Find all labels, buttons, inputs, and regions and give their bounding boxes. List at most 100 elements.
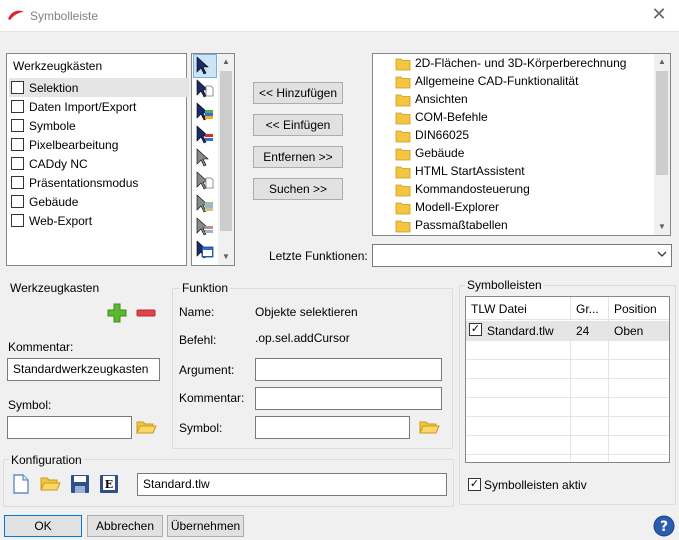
toolbox-symbol-field[interactable] [7,416,132,439]
cancel-button[interactable]: Abbrechen [87,515,163,537]
toolbox-item[interactable]: Web-Export [9,211,189,230]
insert-button[interactable]: << Einfügen [253,114,343,136]
folder-icon [395,111,411,128]
toolbox-item[interactable]: Pixelbearbeitung [9,135,189,154]
select-cursor-icon[interactable] [193,54,217,78]
toolbox-item[interactable]: Präsentationsmodus [9,173,189,192]
toolbox-checkbox[interactable] [11,100,24,113]
ok-button[interactable]: OK [4,515,82,537]
category-label: 2D-Flächen- und 3D-Körperberechnung [415,56,627,70]
open-folder-icon[interactable] [39,473,61,495]
column-header-position[interactable]: Position [609,297,669,320]
toolbox-comment-label: Kommentar: [8,340,74,354]
toolbox-item[interactable]: Daten Import/Export [9,97,189,116]
category-scrollbar[interactable]: ▲ ▼ [654,54,670,235]
remove-icon[interactable] [135,302,157,324]
toolbox-symbol-label: Symbol: [8,398,52,412]
apply-button[interactable]: Übernehmen [167,515,244,537]
scroll-up-icon[interactable]: ▲ [218,54,234,70]
toolbox-item-label: Präsentationsmodus [29,176,139,190]
toolbox-checkbox[interactable] [11,138,24,151]
add-button[interactable]: << Hinzufügen [253,82,343,104]
gray-cursor-icon[interactable] [194,147,216,169]
toolbox-checkbox[interactable] [11,157,24,170]
toolbox-item-label: Selektion [29,81,79,95]
gray-layers-icon[interactable] [194,193,216,215]
folder-icon [395,147,411,164]
save-as-icon[interactable]: E [98,473,120,495]
gray-stack-icon[interactable] [194,216,216,238]
folder-open-icon[interactable] [418,417,440,439]
category-label: DIN66025 [415,128,470,142]
scroll-thumb[interactable] [656,71,668,175]
toolbox-item-label: Web-Export [29,214,93,228]
function-group-title: Funktion [180,281,231,295]
category-label: Kommandosteuerung [415,182,530,196]
select-stack-icon[interactable] [194,124,216,146]
scroll-up-icon[interactable]: ▲ [654,54,670,70]
toolbox-item[interactable]: Symbole [9,116,189,135]
folder-icon [395,129,411,146]
toolbox-checkbox[interactable] [11,176,24,189]
function-symbol-field[interactable] [255,416,410,439]
toolbox-group-title: Werkzeugkasten [10,281,100,295]
close-icon[interactable]: ✕ [649,4,669,24]
toolbars-active-checkbox[interactable]: ✓ [468,478,481,491]
function-name-value: Objekte selektieren [255,305,358,319]
folder-icon [395,201,411,218]
help-icon[interactable]: ? [653,515,675,537]
folder-icon [395,183,411,200]
scroll-down-icon[interactable]: ▼ [654,219,670,235]
recent-functions-dropdown[interactable] [372,244,672,267]
select-document-icon[interactable] [194,78,216,100]
toolbox-checkbox[interactable] [11,214,24,227]
toolbox-item-label: Symbole [29,119,76,133]
scroll-down-icon[interactable]: ▼ [218,249,234,265]
column-header-file[interactable]: TLW Datei [466,297,571,320]
toolbox-item-label: CADdy NC [29,157,88,171]
window-title: Symbolleiste [30,9,99,23]
new-file-icon[interactable] [11,473,33,495]
gray-document-icon[interactable] [194,170,216,192]
toolbars-active-label: Symbolleisten aktiv [484,478,587,492]
category-list: 2D-Flächen- und 3D-Körperberechnung Allge… [372,53,671,236]
category-label: Gebäude [415,146,465,160]
title-bar: Symbolleiste ✕ [0,0,679,32]
toolbox-item[interactable]: CADdy NC [9,154,189,173]
folder-icon [395,93,411,110]
table-row[interactable]: ✓ Standard.tlw 24 Oben [466,321,669,340]
toolbox-checkbox[interactable] [11,119,24,132]
add-icon[interactable] [106,302,128,324]
row-file: Standard.tlw [487,324,554,338]
app-logo-icon [7,9,25,24]
column-header-size[interactable]: Gr... [571,297,609,320]
toolbox-checkbox[interactable] [11,81,24,94]
category-label: Allgemeine CAD-Funktionalität [415,74,579,88]
category-label: COM-Befehle [415,110,488,124]
toolbox-list: Werkzeugkästen Selektion Daten Import/Exp… [6,53,189,266]
svg-text:E: E [105,478,113,491]
function-comment-field[interactable] [255,387,442,410]
function-symbol-label: Symbol: [179,421,223,435]
remove-button[interactable]: Entfernen >> [253,146,343,168]
row-position: Oben [614,324,644,338]
tool-icon-strip: ▲ ▼ [191,53,235,266]
row-checkbox[interactable]: ✓ [469,323,482,336]
config-file-field[interactable]: Standard.tlw [137,473,447,496]
scroll-thumb[interactable] [220,71,232,231]
toolbox-checkbox[interactable] [11,195,24,208]
toolbox-comment-field[interactable]: Standardwerkzeugkasten [7,358,160,381]
toolbox-item[interactable]: Selektion [9,78,189,97]
row-size: 24 [576,324,590,338]
select-window-icon[interactable] [194,239,216,261]
folder-open-icon[interactable] [135,417,157,439]
function-argument-field[interactable] [255,358,442,381]
search-button[interactable]: Suchen >> [253,178,343,200]
select-layers-icon[interactable] [194,101,216,123]
toolbox-item[interactable]: Gebäude [9,192,189,211]
save-icon[interactable] [69,473,91,495]
category-label: HTML StartAssistent [415,164,525,178]
category-label: Passmaßtabellen [415,218,508,232]
tool-strip-scrollbar[interactable]: ▲ ▼ [218,54,234,265]
config-group-title: Konfiguration [9,453,84,467]
